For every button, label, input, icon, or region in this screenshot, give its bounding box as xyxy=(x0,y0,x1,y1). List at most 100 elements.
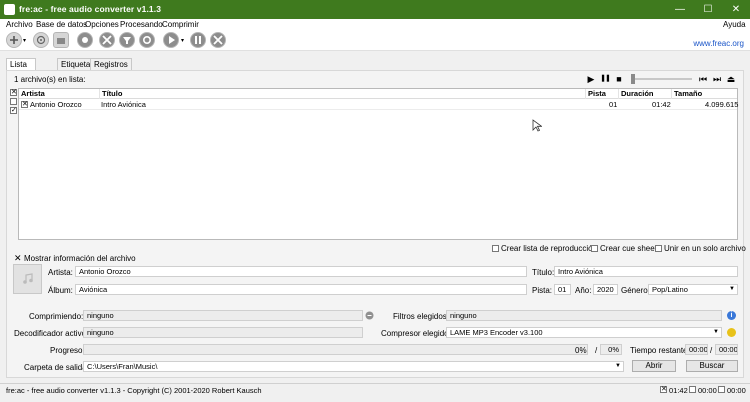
column-header-artist[interactable]: Artista xyxy=(19,89,100,99)
progress-bar xyxy=(83,344,588,355)
tab-logs[interactable]: Registros xyxy=(90,58,132,70)
cover-art[interactable] xyxy=(13,264,42,294)
progress-file-percent: 0% xyxy=(575,346,587,355)
browse-button[interactable]: Buscar xyxy=(686,360,738,372)
player-eject-button[interactable]: ⏏ xyxy=(726,74,736,84)
menu-opciones[interactable]: Opciones xyxy=(85,19,119,30)
year-label: Año: xyxy=(575,286,592,295)
general-settings-icon[interactable] xyxy=(99,32,115,48)
job-list[interactable]: Artista Título Pista Duración Tamaño ✕ A… xyxy=(18,88,738,240)
artist-field[interactable]: Antonio Orozco xyxy=(75,266,527,277)
compressing-field: ninguno xyxy=(83,310,363,321)
compressing-label: Comprimiendo: xyxy=(29,312,84,321)
player-pause-button[interactable]: ❚❚ xyxy=(600,74,611,84)
player-prev-button[interactable]: ⏮ xyxy=(698,74,708,84)
play-icon[interactable] xyxy=(163,32,179,48)
player-next-button[interactable]: ⏭ xyxy=(712,74,722,84)
column-header-track[interactable]: Pista xyxy=(586,89,619,99)
playback-slider-track[interactable] xyxy=(634,78,692,80)
menu-bar: Archivo Base de datos Opciones Procesand… xyxy=(0,19,750,30)
genre-value: Pop/Latino xyxy=(652,285,688,294)
add-folder-icon[interactable] xyxy=(53,32,69,48)
encoder-value: LAME MP3 Encoder v3.100 xyxy=(450,328,543,337)
menu-procesando[interactable]: Procesando xyxy=(120,19,163,30)
playlist-checkbox[interactable] xyxy=(492,245,499,252)
mouse-cursor-icon xyxy=(532,119,542,132)
tab-job-list[interactable]: Lista de tareas xyxy=(6,58,37,93)
app-icon xyxy=(4,4,15,15)
toggle-selection-checkbox[interactable]: ✓ xyxy=(10,107,17,114)
album-label: Álbum: xyxy=(48,286,73,295)
stop-icon[interactable] xyxy=(210,32,226,48)
help-icon[interactable] xyxy=(727,328,736,337)
title-bar[interactable]: fre:ac - free audio converter v1.1.3 — ☐… xyxy=(0,0,750,19)
menu-archivo[interactable]: Archivo xyxy=(6,19,33,30)
time-left-label: Tiempo restante: xyxy=(630,346,690,355)
play-dropdown-icon[interactable]: ▾ xyxy=(181,37,184,44)
title-field[interactable]: Intro Aviónica xyxy=(554,266,738,277)
encoder-info-icon[interactable] xyxy=(365,311,374,320)
row-track: 01 xyxy=(609,100,618,109)
encoder-select[interactable]: LAME MP3 Encoder v3.100 ▼ xyxy=(446,327,722,338)
add-dropdown-icon[interactable]: ▾ xyxy=(23,37,26,44)
progress-total-percent: 0% xyxy=(608,345,619,354)
status-text: fre:ac - free audio converter v1.1.3 - C… xyxy=(6,386,262,395)
output-folder-label: Carpeta de salida: xyxy=(24,363,89,372)
file-count-label: 1 archivo(s) en lista: xyxy=(14,75,86,84)
close-button[interactable]: ✕ xyxy=(722,0,750,19)
menu-comprimir[interactable]: Comprimir xyxy=(162,19,199,30)
menu-ayuda[interactable]: Ayuda xyxy=(723,19,746,30)
row-checkbox[interactable]: ✕ xyxy=(21,101,28,108)
website-link[interactable]: www.freac.org xyxy=(693,39,744,48)
add-cd-icon[interactable] xyxy=(33,32,49,48)
player-stop-button[interactable]: ■ xyxy=(614,74,624,84)
output-folder-field[interactable]: C:\Users\Fran\Music\ ▼ xyxy=(83,361,624,372)
single-file-checkbox[interactable] xyxy=(655,245,662,252)
time-separator: / xyxy=(710,346,713,355)
cddb-query-icon[interactable] xyxy=(77,32,93,48)
row-duration: 01:42 xyxy=(652,100,671,109)
row-title: Intro Aviónica xyxy=(101,100,146,109)
menu-base-de-datos[interactable]: Base de datos xyxy=(36,19,87,30)
encoder-label: Compresor elegido: xyxy=(381,329,451,338)
minimize-button[interactable]: — xyxy=(666,0,694,19)
column-header-duration[interactable]: Duración xyxy=(619,89,672,99)
column-header-size[interactable]: Tamaño xyxy=(672,89,737,99)
row-size: 4.099.615 xyxy=(705,100,739,109)
maximize-button[interactable]: ☐ xyxy=(694,0,722,19)
album-field[interactable]: Aviónica xyxy=(75,284,527,295)
row-artist: Antonio Orozco xyxy=(30,100,82,109)
select-all-checkbox[interactable]: ✕ xyxy=(10,89,17,96)
filters-field: ninguno xyxy=(446,310,722,321)
column-header-title[interactable]: Título xyxy=(100,89,586,99)
pause-icon[interactable] xyxy=(190,32,206,48)
player-play-button[interactable]: ▶ xyxy=(586,74,596,84)
progress-total-field: 0% xyxy=(600,344,622,355)
table-row[interactable]: ✕ Antonio Orozco Intro Aviónica 01 01:42… xyxy=(19,100,739,110)
window-title: fre:ac - free audio converter v1.1.3 xyxy=(19,4,162,14)
output-folder-value: C:\Users\Fran\Music\ xyxy=(87,362,158,371)
toolbar: ▾ ▾ xyxy=(0,30,750,51)
info-toggle-label: Mostrar información del archivo xyxy=(24,254,136,263)
progress-separator: / xyxy=(595,346,598,355)
info-icon[interactable]: i xyxy=(727,311,736,320)
title-label: Título: xyxy=(532,268,555,277)
encoder-settings-icon[interactable] xyxy=(119,32,135,48)
open-folder-button[interactable]: Abrir xyxy=(632,360,676,372)
select-none-checkbox[interactable] xyxy=(10,98,17,105)
year-field[interactable]: 2020 xyxy=(593,284,618,295)
genre-select[interactable]: Pop/Latino ▼ xyxy=(648,284,738,295)
playback-slider-thumb[interactable] xyxy=(631,74,635,84)
genre-label: Género: xyxy=(621,286,650,295)
cuesheet-checkbox[interactable] xyxy=(591,245,598,252)
all-duration-icon xyxy=(718,386,725,393)
unselected-duration: 00:00 xyxy=(698,386,717,395)
job-list-header: Artista Título Pista Duración Tamaño xyxy=(19,89,737,99)
info-toggle-icon[interactable]: ✕ xyxy=(14,253,22,264)
add-files-icon[interactable] xyxy=(6,32,22,48)
cover-settings-icon[interactable] xyxy=(139,32,155,48)
cuesheet-option-label: Crear cue sheet xyxy=(600,244,657,253)
track-field[interactable]: 01 xyxy=(554,284,571,295)
selected-duration: 01:42 xyxy=(669,386,688,395)
time-file-field: 00:00 xyxy=(685,344,708,355)
